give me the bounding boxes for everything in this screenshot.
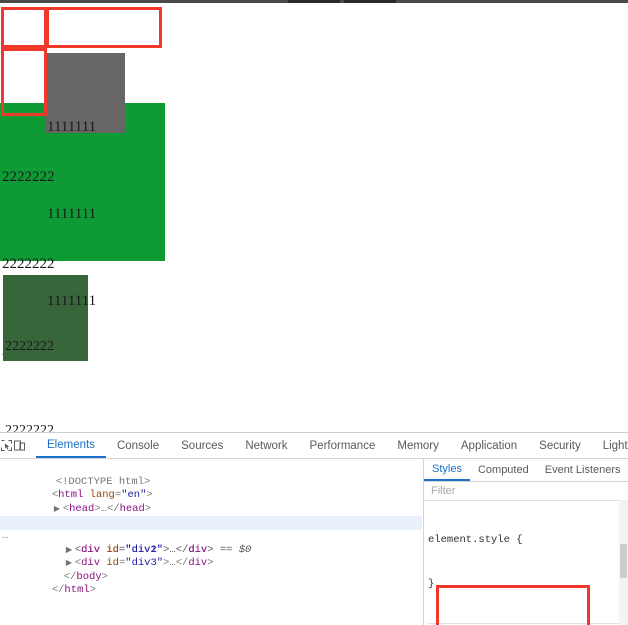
devtools-toolbar: Elements Console Sources Network Perform…: [0, 433, 628, 459]
scrollbar-thumb[interactable]: [620, 544, 627, 578]
styles-rules-list: element.style { } #div1 { background: ▶#…: [424, 501, 628, 625]
styles-pane: Styles Computed Event Listeners DOM Filt…: [423, 459, 628, 625]
devtools-panel: Elements Console Sources Network Perform…: [0, 432, 628, 625]
dom-line-div3[interactable]: ▶ <div id="div3">…</div>: [0, 544, 422, 569]
dom-line-body-open[interactable]: ▼<body>: [0, 503, 422, 528]
dom-line-html-close: </html>: [51, 584, 96, 597]
styles-pane-tab-bar: Styles Computed Event Listeners DOM: [424, 459, 628, 482]
devtools-tab-bar: Elements Console Sources Network Perform…: [36, 433, 628, 458]
dom-line-doctype: <!DOCTYPE html>: [0, 462, 422, 488]
tab-network[interactable]: Network: [234, 433, 298, 458]
tab-lighthouse[interactable]: Lighthouse: [592, 433, 628, 458]
tab-event-listeners[interactable]: Event Listeners: [537, 459, 628, 481]
tab-application[interactable]: Application: [450, 433, 528, 458]
element-style-rule[interactable]: element.style { }: [428, 504, 628, 620]
tab-performance[interactable]: Performance: [299, 433, 387, 458]
element-style-selector: element.style {: [428, 534, 523, 546]
tab-sources[interactable]: Sources: [170, 433, 234, 458]
div1-gray-box[interactable]: 1111111 1111111 1111111: [45, 53, 125, 309]
annotation-box-offset-origin: [1, 7, 47, 48]
dom-line-head[interactable]: ▶ <head>…</head>: [0, 489, 422, 515]
tab-memory[interactable]: Memory: [386, 433, 450, 458]
div1-text-line: 1111111: [47, 206, 97, 222]
annotation-box-offset-horizontal: [46, 7, 162, 48]
tab-security[interactable]: Security: [528, 433, 592, 458]
dom-line-html-open[interactable]: <html lang="en">: [0, 476, 422, 501]
tab-elements[interactable]: Elements: [36, 433, 106, 458]
div1-text-line: 1111111: [47, 119, 97, 135]
dom-line-body-close: </body>: [63, 570, 108, 583]
page-viewport: 1111111 1111111 1111111 2222222 2222222 …: [0, 3, 628, 432]
styles-filter-input[interactable]: Filter: [424, 482, 628, 501]
div3-text-line: 2222222: [5, 423, 54, 432]
element-style-close-brace: }: [428, 577, 435, 590]
tab-computed[interactable]: Computed: [470, 459, 537, 481]
dom-line-div2[interactable]: ▶ <div id="div2">…</div>: [0, 530, 422, 556]
dom-line-div1[interactable]: … ▶ <div id="div1">…</div> == $0: [0, 516, 422, 556]
tab-console[interactable]: Console: [106, 433, 170, 458]
styles-scrollbar[interactable]: [619, 500, 628, 625]
device-toolbar-icon[interactable]: [13, 433, 26, 458]
dom-tree[interactable]: <!DOCTYPE html> <html lang="en"> ▶ <head>…: [0, 459, 422, 625]
div1-text-line: 1111111: [47, 293, 97, 309]
inspect-cursor-icon[interactable]: [0, 433, 13, 458]
tab-styles[interactable]: Styles: [424, 459, 470, 481]
